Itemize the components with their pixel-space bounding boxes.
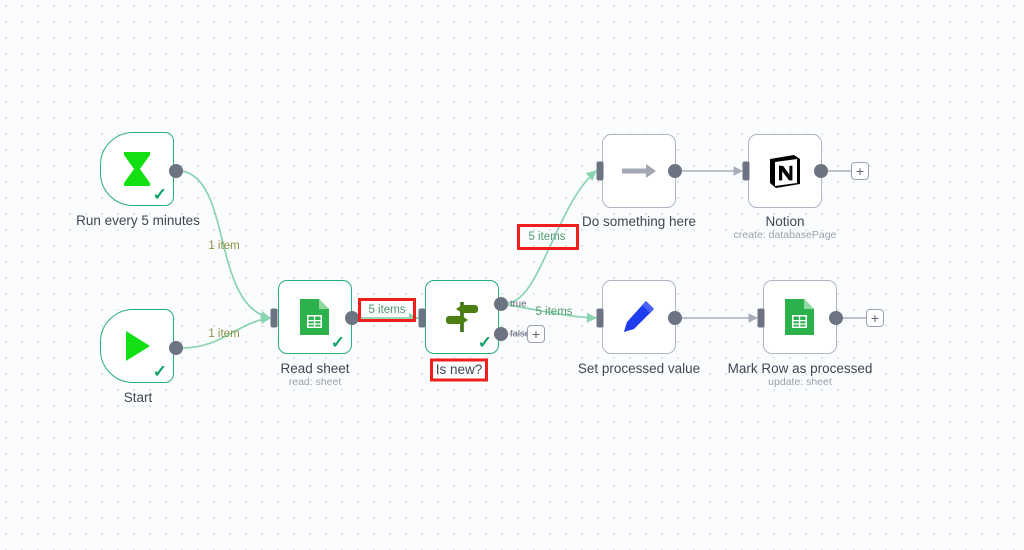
input-port-set-processed-value[interactable] xyxy=(596,308,604,328)
output-port-start-trigger[interactable] xyxy=(169,341,183,355)
node-sublabel-mark-row-as-processed: update: sheet xyxy=(768,376,832,388)
output-port-is-new-false[interactable] xyxy=(494,327,508,341)
node-label-read-sheet: Read sheet xyxy=(280,361,350,376)
google-sheets-icon xyxy=(779,296,821,338)
node-label-schedule-trigger: Run every 5 minutes xyxy=(76,213,200,228)
hourglass-icon xyxy=(116,148,158,190)
arrow-right-icon xyxy=(618,150,660,192)
node-label-mark-row-as-processed: Mark Row as processed xyxy=(727,361,873,376)
pencil-icon xyxy=(618,296,660,338)
add-node-button-after-if-false[interactable]: + xyxy=(527,325,545,343)
node-notion[interactable] xyxy=(748,134,822,208)
node-is-new[interactable]: ✓ xyxy=(425,280,499,354)
output-port-read-sheet[interactable] xyxy=(345,311,359,325)
executed-check-icon: ✓ xyxy=(477,333,492,352)
node-do-something-here[interactable] xyxy=(602,134,676,208)
add-node-button-after-notion[interactable]: + xyxy=(851,162,869,180)
output-port-notion[interactable] xyxy=(814,164,828,178)
executed-check-icon: ✓ xyxy=(330,333,345,352)
add-node-button-after-mark-row[interactable]: + xyxy=(866,309,884,327)
play-triangle-icon xyxy=(116,325,158,367)
notion-icon xyxy=(764,150,806,192)
node-sublabel-read-sheet: read: sheet xyxy=(288,376,342,388)
port-label-true: true xyxy=(510,298,527,310)
node-schedule-trigger[interactable]: ✓ xyxy=(100,132,174,206)
node-start-trigger[interactable]: ✓ xyxy=(100,309,174,383)
edge-label-read-sheet-to-is-new: 5 items xyxy=(368,304,406,316)
edge-label-start-to-read-sheet: 1 item xyxy=(208,328,240,340)
input-port-mark-row-as-processed[interactable] xyxy=(757,308,765,328)
signpost-icon xyxy=(441,296,483,338)
output-port-is-new-true[interactable] xyxy=(494,297,508,311)
connection-edges-layer xyxy=(181,166,866,349)
input-port-notion[interactable] xyxy=(742,161,750,181)
node-read-sheet[interactable]: ✓ xyxy=(278,280,352,354)
node-sublabel-notion: create: databasePage xyxy=(733,229,837,241)
node-label-start-trigger: Start xyxy=(123,390,153,405)
input-port-read-sheet[interactable] xyxy=(270,308,278,328)
executed-check-icon: ✓ xyxy=(152,362,167,381)
node-label-notion: Notion xyxy=(765,214,805,229)
node-set-processed-value[interactable] xyxy=(602,280,676,354)
edge-label-is-new-true-to-set-processed: 5 items xyxy=(535,306,573,318)
workflow-canvas[interactable]: ✓ Run every 5 minutes ✓ Start ✓ Read she… xyxy=(0,0,1024,550)
executed-check-icon: ✓ xyxy=(152,185,167,204)
node-mark-row-as-processed[interactable] xyxy=(763,280,837,354)
output-port-set-processed-value[interactable] xyxy=(668,311,682,325)
node-label-do-something-here: Do something here xyxy=(581,214,697,229)
output-port-do-something-here[interactable] xyxy=(668,164,682,178)
node-label-set-processed-value: Set processed value xyxy=(577,361,701,376)
input-port-do-something-here[interactable] xyxy=(596,161,604,181)
google-sheets-icon xyxy=(294,296,336,338)
input-port-is-new[interactable] xyxy=(418,308,426,328)
edge-label-is-new-true-to-do-something: 5 items xyxy=(528,231,566,243)
output-port-mark-row-as-processed[interactable] xyxy=(829,311,843,325)
node-label-is-new: Is new? xyxy=(435,362,483,377)
output-port-schedule-trigger[interactable] xyxy=(169,164,183,178)
edge-label-schedule-to-read-sheet: 1 item xyxy=(208,240,240,252)
